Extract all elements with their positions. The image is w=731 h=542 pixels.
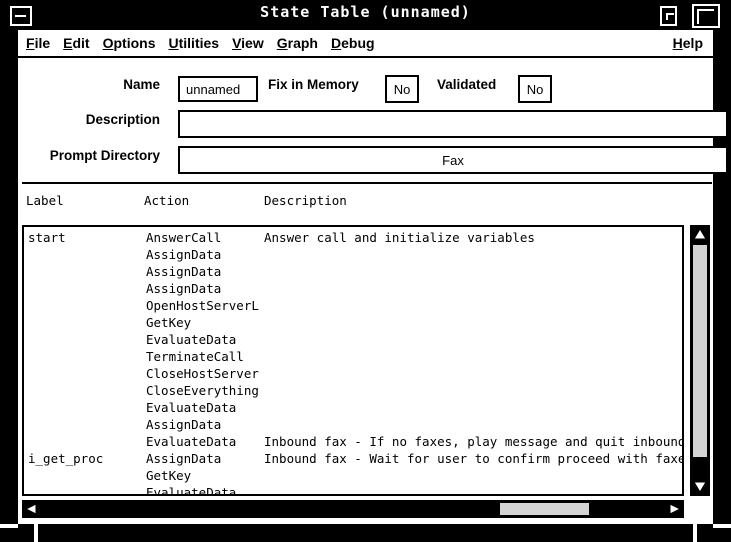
cell-action: AssignData [146, 264, 222, 279]
cell-action: EvaluateData [146, 434, 237, 449]
window-title: State Table (unnamed) [260, 3, 471, 21]
table-row[interactable]: GetKey [24, 467, 682, 484]
column-header-action: Action [144, 193, 190, 208]
minimize-button[interactable] [10, 6, 32, 26]
cell-label: i_get_proc [28, 451, 104, 466]
table-row[interactable]: AssignData [24, 263, 682, 280]
table-row[interactable]: i_get_proc AssignData Inbound fax - Wait f… [24, 450, 682, 467]
cell-action: GetKey [146, 315, 192, 330]
cell-action: AssignData [146, 247, 222, 262]
resize-handle-bottom-right-v[interactable] [693, 524, 697, 542]
resize-handle-bottom-left[interactable] [0, 524, 18, 528]
cell-action: EvaluateData [146, 400, 237, 415]
table-row[interactable]: GetKey [24, 314, 682, 331]
column-header-description: Description [264, 193, 347, 208]
fix-in-memory-toggle[interactable]: No [385, 75, 419, 103]
table-row[interactable]: TerminateCall [24, 348, 682, 365]
table-row[interactable]: EvaluateData [24, 331, 682, 348]
triangle-left-icon[interactable] [25, 503, 37, 515]
cell-description: Answer call and initialize variables [264, 230, 535, 245]
cell-action: EvaluateData [146, 332, 237, 347]
section-divider [22, 182, 712, 184]
column-header-label: Label [26, 193, 64, 208]
fix-in-memory-label: Fix in Memory [268, 77, 359, 92]
cell-action: EvaluateData [146, 485, 237, 496]
table-row[interactable]: AssignData [24, 280, 682, 297]
cell-action: AssignData [146, 451, 222, 466]
triangle-right-icon[interactable] [669, 503, 681, 515]
table-row[interactable]: EvaluateData [24, 399, 682, 416]
validated-toggle[interactable]: No [518, 75, 552, 103]
menu-item-edit[interactable]: Edit [61, 34, 91, 52]
cell-label: start [28, 230, 66, 245]
validated-label: Validated [437, 77, 497, 92]
cell-description: Inbound fax - Wait for user to confirm p… [264, 451, 684, 466]
cell-action: GetKey [146, 468, 192, 483]
title-bar[interactable]: State Table (unnamed) [0, 0, 731, 30]
prompt-directory-label: Prompt Directory [49, 148, 160, 163]
menu-bar: File Edit Options Utilities View Graph D… [18, 30, 713, 58]
cell-action: AssignData [146, 417, 222, 432]
triangle-up-icon[interactable] [693, 228, 707, 240]
name-input[interactable]: unnamed [178, 76, 258, 102]
menu-help-group: Help [671, 30, 705, 56]
table-row[interactable]: OpenHostServerL [24, 297, 682, 314]
table-row[interactable]: AssignData [24, 416, 682, 433]
properties-form: Name unnamed Fix in Memory No Validated … [18, 60, 728, 182]
menu-item-graph[interactable]: Graph [275, 34, 320, 52]
cell-action: CloseEverything [146, 383, 259, 398]
cell-action: OpenHostServerL [146, 298, 259, 313]
description-input[interactable] [178, 110, 728, 138]
cell-description: Inbound fax - If no faxes, play message … [264, 434, 684, 449]
menu-items: File Edit Options Utilities View Graph D… [24, 30, 377, 56]
name-label: Name [123, 77, 160, 92]
horizontal-scrollbar[interactable] [22, 500, 684, 518]
resize-handle-bottom-left-v[interactable] [34, 524, 38, 542]
menu-item-file[interactable]: File [24, 34, 52, 52]
menu-item-debug[interactable]: Debug [329, 34, 377, 52]
table-row[interactable]: CloseEverything [24, 382, 682, 399]
resize-handle-bottom-right[interactable] [713, 524, 731, 528]
vertical-scrollbar-thumb[interactable] [693, 245, 707, 457]
table-row[interactable]: start AnswerCall Answer call and initializ… [24, 229, 682, 246]
state-table-list[interactable]: start AnswerCall Answer call and initializ… [22, 225, 684, 496]
cell-action: AssignData [146, 281, 222, 296]
restore-button[interactable] [660, 6, 677, 26]
table-row[interactable]: EvaluateData Inbound fax - If no faxes, p… [24, 433, 682, 450]
cell-action: AnswerCall [146, 230, 222, 245]
triangle-down-icon[interactable] [693, 481, 707, 493]
description-label: Description [85, 112, 160, 127]
table-column-headers: Label Action Description [18, 193, 713, 215]
menu-item-options[interactable]: Options [101, 34, 158, 52]
vertical-scrollbar[interactable] [690, 225, 710, 496]
prompt-directory-input[interactable]: Fax [178, 146, 728, 174]
maximize-button[interactable] [692, 4, 720, 28]
menu-item-help[interactable]: Help [671, 34, 705, 52]
state-table-rows: start AnswerCall Answer call and initializ… [24, 229, 682, 496]
horizontal-scrollbar-thumb[interactable] [500, 503, 589, 515]
table-row[interactable]: EvaluateData [24, 484, 682, 496]
cell-action: TerminateCall [146, 349, 244, 364]
table-row[interactable]: AssignData [24, 246, 682, 263]
menu-item-utilities[interactable]: Utilities [166, 34, 221, 52]
menu-item-view[interactable]: View [230, 34, 266, 52]
cell-action: CloseHostServer [146, 366, 259, 381]
application-window: State Table (unnamed) File Edit Options … [0, 0, 731, 542]
table-row[interactable]: CloseHostServer [24, 365, 682, 382]
